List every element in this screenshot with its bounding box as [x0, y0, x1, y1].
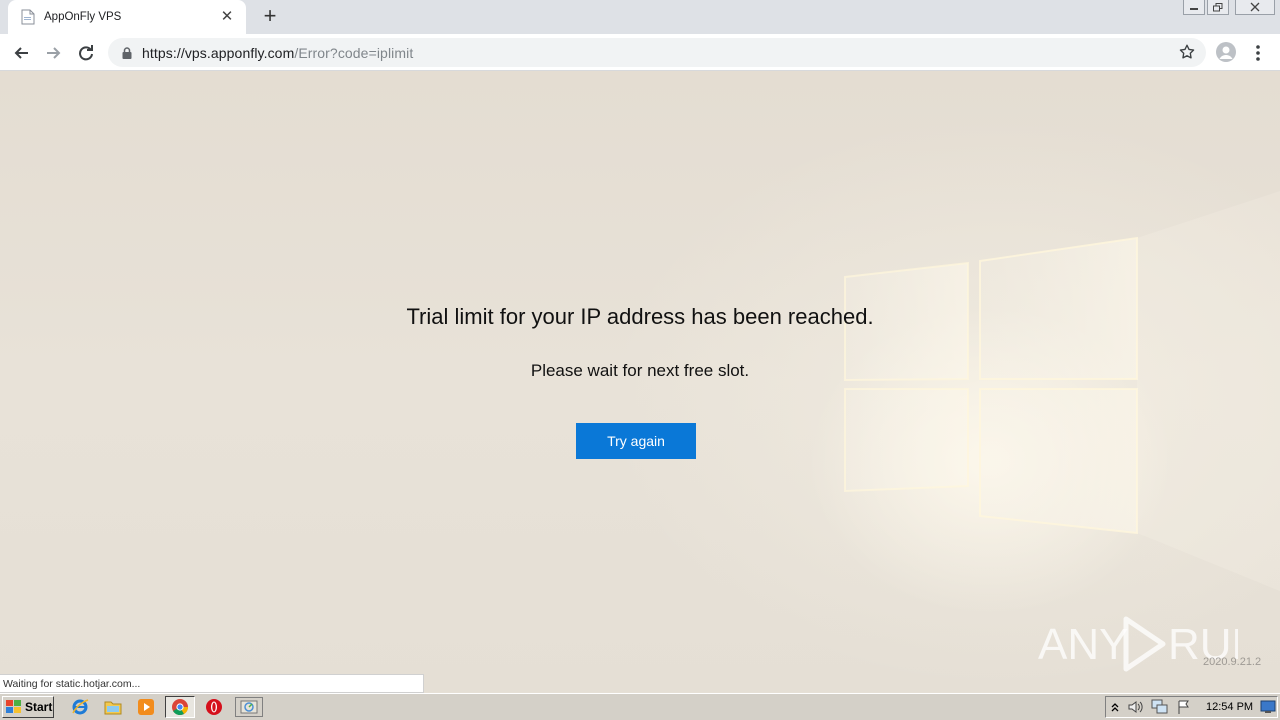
clock: 12:54 PM — [1206, 701, 1254, 713]
profile-avatar-icon[interactable] — [1216, 42, 1236, 62]
address-bar[interactable]: https://vps.apponfly.com/Error?code=ipli… — [108, 38, 1206, 67]
forward-arrow-icon — [47, 47, 61, 59]
ie-icon[interactable] — [69, 697, 91, 717]
start-button[interactable]: Start — [2, 696, 54, 718]
action-center-flag-icon[interactable] — [1174, 697, 1194, 717]
back-button[interactable] — [10, 42, 32, 64]
url-path: /Error?code=iplimit — [294, 44, 414, 61]
tab-title: AppOnFly VPS — [44, 11, 122, 23]
windows-logo-background — [844, 191, 1280, 591]
restore-button[interactable] — [1207, 0, 1229, 15]
close-tab-icon[interactable]: ✕ — [218, 8, 236, 26]
back-arrow-icon — [14, 47, 28, 59]
page-content: Trial limit for your IP address has been… — [0, 71, 1280, 692]
window-controls — [1183, 0, 1275, 18]
explorer-icon[interactable] — [102, 697, 124, 717]
close-window-button[interactable] — [1235, 0, 1275, 15]
forward-button[interactable] — [43, 42, 65, 64]
media-player-icon[interactable] — [135, 697, 157, 717]
browser-toolbar: https://vps.apponfly.com/Error?code=ipli… — [0, 34, 1280, 71]
opera-icon[interactable] — [203, 697, 225, 717]
error-subheading: Please wait for next free slot. — [530, 361, 750, 380]
start-label: Start — [25, 700, 53, 714]
status-bar: Waiting for static.hotjar.com... — [0, 674, 424, 693]
version-label: 2020.9.21.2 — [1203, 656, 1262, 668]
task-icon[interactable] — [235, 697, 263, 717]
tab-strip: AppOnFly VPS ✕ + — [0, 0, 1280, 34]
show-desktop-icon[interactable] — [1259, 697, 1277, 717]
svg-text:ANY: ANY — [1038, 620, 1128, 669]
minimize-button[interactable] — [1183, 0, 1205, 15]
volume-icon[interactable] — [1126, 697, 1146, 717]
reload-button[interactable] — [75, 42, 97, 64]
anyrun-watermark: ANY RUN — [1038, 611, 1263, 681]
taskbar: Start 12:54 PM — [0, 693, 1280, 720]
lock-icon — [120, 45, 134, 61]
reload-icon — [79, 45, 93, 61]
windows-flag-icon — [6, 700, 21, 713]
url-text: https://vps.apponfly.com/Error?code=ipli… — [142, 45, 413, 61]
menu-kebab-icon[interactable] — [1250, 43, 1266, 63]
try-again-button[interactable]: Try again — [576, 423, 696, 459]
new-tab-button[interactable]: + — [260, 5, 280, 28]
chrome-icon[interactable] — [165, 696, 195, 718]
error-heading: Trial limit for your IP address has been… — [406, 304, 874, 329]
page-icon — [20, 9, 36, 25]
browser-tab[interactable]: AppOnFly VPS ✕ — [8, 0, 246, 34]
show-hidden-icons-icon[interactable] — [1108, 697, 1122, 717]
anyrun-logo-icon: ANY RUN — [1038, 616, 1263, 672]
bookmark-star-icon[interactable] — [1178, 43, 1196, 66]
url-host: https://vps.apponfly.com — [142, 44, 295, 61]
network-icon[interactable] — [1150, 697, 1170, 717]
